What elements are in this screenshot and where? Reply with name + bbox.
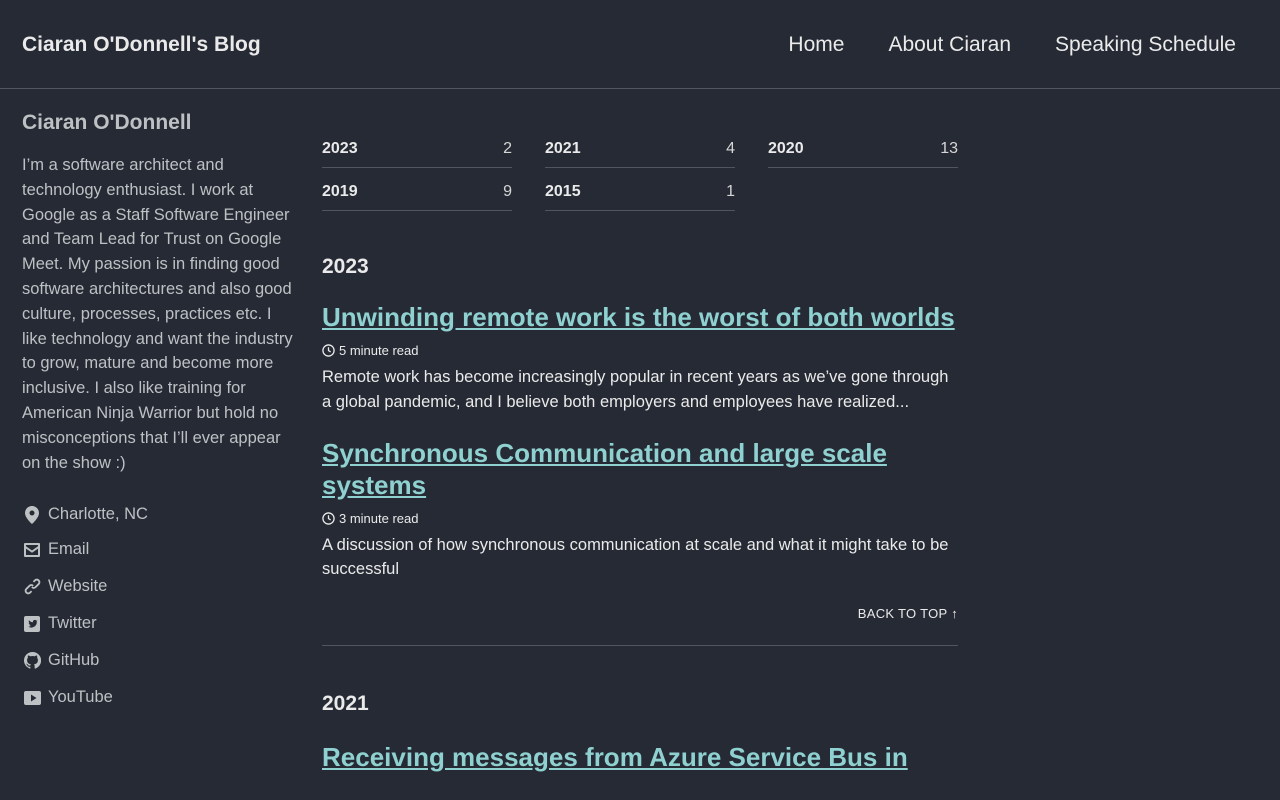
archive-year-count: 2 bbox=[503, 140, 512, 157]
envelope-icon bbox=[22, 541, 42, 559]
link-icon bbox=[22, 578, 42, 596]
author-link-website-text[interactable]: Website bbox=[48, 577, 107, 596]
post-meta: 3 minute read bbox=[322, 511, 958, 526]
author-bio: I’m a software architect and technology … bbox=[22, 156, 293, 472]
post-meta: 5 minute read bbox=[322, 343, 958, 358]
year-archive-grid: 2023 2 2021 4 2020 13 2019 9 2015 1 bbox=[322, 131, 958, 217]
author-links: Charlotte, NC Email Website Twitter GitH… bbox=[22, 498, 297, 716]
section-heading-2023: 2023 bbox=[322, 255, 369, 278]
archive-year-label: 2021 bbox=[545, 140, 581, 157]
masthead: Ciaran O'Donnell's Blog Home About Ciara… bbox=[0, 0, 1280, 89]
archive-year-2023[interactable]: 2023 2 bbox=[322, 131, 512, 168]
author-link-email[interactable]: Email bbox=[22, 531, 297, 568]
post-title-link[interactable]: Receiving messages from Azure Service Bu… bbox=[322, 741, 958, 773]
author-link-website[interactable]: Website bbox=[22, 568, 297, 605]
map-marker-icon bbox=[22, 505, 42, 524]
author-link-twitter-text[interactable]: Twitter bbox=[48, 614, 97, 633]
nav-home[interactable]: Home bbox=[788, 33, 844, 57]
main-nav: Home About Ciaran Speaking Schedule bbox=[788, 33, 1236, 57]
twitter-icon bbox=[22, 615, 42, 633]
nav-about[interactable]: About Ciaran bbox=[888, 33, 1011, 57]
clock-icon bbox=[322, 344, 335, 357]
author-location: Charlotte, NC bbox=[22, 498, 297, 531]
section-2023: 2023 Unwinding remote work is the worst … bbox=[322, 255, 958, 647]
post-item: Receiving messages from Azure Service Bu… bbox=[322, 741, 958, 773]
author-name: Ciaran O'Donnell bbox=[22, 111, 192, 134]
post-item: Unwinding remote work is the worst of bo… bbox=[322, 301, 958, 415]
section-heading-2021: 2021 bbox=[322, 692, 369, 716]
author-link-github-text[interactable]: GitHub bbox=[48, 651, 99, 670]
archive-year-label: 2019 bbox=[322, 183, 358, 200]
post-read-time: 5 minute read bbox=[339, 343, 419, 358]
author-link-youtube-text[interactable]: YouTube bbox=[48, 688, 113, 707]
author-link-twitter[interactable]: Twitter bbox=[22, 605, 297, 642]
author-location-text: Charlotte, NC bbox=[48, 505, 148, 524]
nav-speaking-schedule[interactable]: Speaking Schedule bbox=[1055, 33, 1236, 57]
archive-year-count: 4 bbox=[726, 140, 735, 157]
youtube-icon bbox=[22, 689, 42, 707]
post-read-time: 3 minute read bbox=[339, 510, 419, 526]
archive-year-2021[interactable]: 2021 4 bbox=[545, 131, 735, 168]
author-link-github[interactable]: GitHub bbox=[22, 642, 297, 679]
section-divider bbox=[322, 645, 958, 647]
section-2021: 2021 Receiving messages from Azure Servi… bbox=[322, 692, 958, 773]
main-content: 2023 2 2021 4 2020 13 2019 9 2015 1 2023… bbox=[322, 131, 958, 773]
archive-year-2015[interactable]: 2015 1 bbox=[545, 174, 735, 211]
post-excerpt: A discussion of how synchronous communic… bbox=[322, 535, 949, 579]
archive-year-label: 2023 bbox=[322, 140, 358, 157]
author-sidebar: Ciaran O'Donnell I’m a software architec… bbox=[22, 111, 297, 716]
clock-icon bbox=[322, 511, 335, 525]
archive-year-label: 2015 bbox=[545, 183, 581, 200]
archive-year-count: 13 bbox=[940, 140, 958, 157]
archive-year-count: 1 bbox=[726, 183, 735, 200]
post-title-link[interactable]: Unwinding remote work is the worst of bo… bbox=[322, 301, 958, 333]
author-link-youtube[interactable]: YouTube bbox=[22, 679, 297, 716]
site-title-link[interactable]: Ciaran O'Donnell's Blog bbox=[22, 33, 261, 57]
archive-year-count: 9 bbox=[503, 183, 512, 200]
post-excerpt: Remote work has become increasingly popu… bbox=[322, 368, 949, 411]
archive-year-label: 2020 bbox=[768, 140, 804, 157]
back-to-top-link[interactable]: BACK TO TOP ↑ bbox=[322, 606, 958, 621]
archive-year-2020[interactable]: 2020 13 bbox=[768, 131, 958, 168]
author-link-email-text[interactable]: Email bbox=[48, 540, 89, 559]
post-title-link[interactable]: Synchronous Communication and large scal… bbox=[322, 437, 958, 501]
github-icon bbox=[22, 652, 42, 670]
archive-year-2019[interactable]: 2019 9 bbox=[322, 174, 512, 211]
post-item: Synchronous Communication and large scal… bbox=[322, 437, 958, 583]
